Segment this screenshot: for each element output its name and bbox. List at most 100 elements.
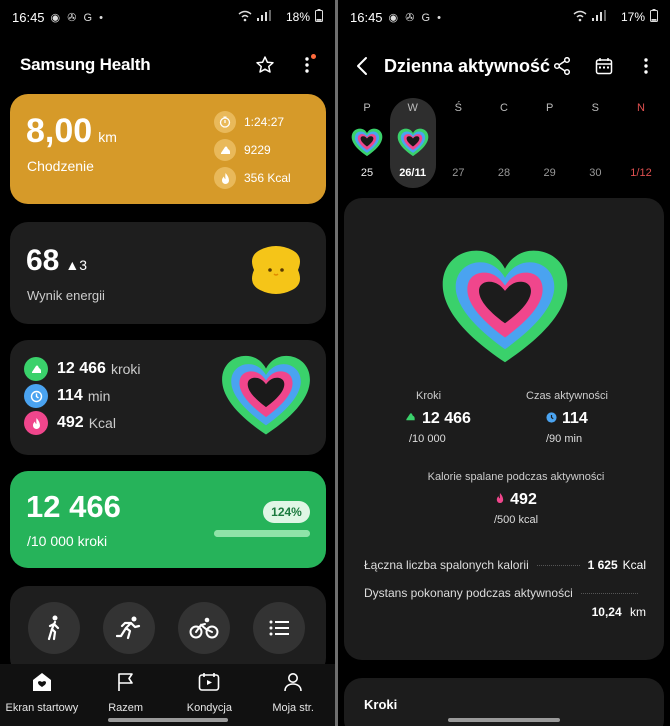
active-time-value: 114 (562, 410, 588, 427)
activity-minutes-value: 114 (57, 387, 83, 404)
fitness-icon (198, 672, 220, 697)
day-2[interactable]: Ś 27 (435, 98, 481, 188)
steps-metric-value: 12 466 (422, 410, 471, 427)
empty-day (435, 128, 481, 162)
active-calories-value: 492 (510, 491, 537, 508)
walking-calories-row: 356 Kcal (214, 164, 291, 192)
flame-icon (214, 167, 236, 189)
clock-icon (546, 410, 557, 428)
gesture-handle (108, 718, 228, 722)
steps-card[interactable]: 12 466 /10 000 kroki 124% (10, 471, 326, 568)
steps-percent-badge: 124% (263, 501, 310, 523)
activity-heart-icon (344, 128, 390, 162)
back-icon[interactable] (354, 54, 370, 78)
activity-heart-icon (220, 354, 312, 445)
nav-profile[interactable]: Moja str. (251, 664, 335, 726)
flag-icon (116, 672, 136, 697)
daily-activity-card[interactable]: 12 466 kroki 114 min 492 Kcal (10, 340, 326, 455)
app-bar: Samsung Health (20, 50, 319, 80)
empty-day (527, 128, 573, 162)
day-date: 28 (497, 167, 511, 179)
bike-icon[interactable] (178, 602, 230, 654)
day-date: 30 (589, 167, 602, 179)
nav-together[interactable]: Razem (84, 664, 168, 726)
flame-icon (24, 411, 48, 435)
steps-progress-bar (214, 530, 310, 537)
activity-steps-row: 12 466 kroki (24, 357, 141, 381)
day-name: W (407, 102, 418, 114)
share-icon[interactable] (550, 54, 574, 78)
dotted-leader (580, 592, 638, 594)
battery-icon (650, 9, 658, 25)
activity-steps-unit: kroki (110, 361, 141, 377)
nav-home[interactable]: Ekran startowy (0, 664, 84, 726)
active-time-goal: /90 min (546, 433, 583, 445)
distance-label: Dystans pokonany podczas aktywności (364, 586, 573, 600)
walking-card[interactable]: 8,00 km Chodzenie 1:24:27 9229 356 Kcal (10, 94, 326, 204)
app-bar: Dzienna aktywność (354, 50, 658, 82)
shoe-icon (214, 139, 236, 161)
day-6[interactable]: N 1/12 (618, 98, 664, 188)
total-calories-label: Łączna liczba spalonych kalorii (364, 558, 529, 572)
day-5[interactable]: S 30 (572, 98, 618, 188)
flame-icon (495, 491, 505, 509)
walking-duration: 1:24:27 (244, 115, 285, 129)
battery-level: 17% (620, 10, 645, 24)
activity-kcal-unit: Kcal (88, 415, 116, 431)
more-options-icon[interactable] (634, 54, 658, 78)
bottom-navigation: Ekran startowy Razem Kondycja Moja str. (0, 664, 335, 726)
daily-activity-screen: 16:45 ◉ ✇ G • 17% Dzienna aktywność P 25… (338, 0, 670, 726)
empty-day (572, 128, 618, 162)
steps-metric: Kroki 12 466 /10 000 (404, 390, 471, 445)
nav-fitness-label: Kondycja (186, 702, 232, 714)
day-3[interactable]: C 28 (481, 98, 527, 188)
day-date: 26/11 (399, 167, 427, 179)
walking-distance-unit: km (98, 129, 117, 145)
total-calories-value: 1 625 (587, 558, 618, 572)
total-calories-row: Łączna liczba spalonych kalorii 1 625 Kc… (364, 558, 646, 572)
activity-heart-icon (390, 128, 436, 162)
walking-distance-value: 8,00 (26, 112, 93, 150)
status-time: 16:45 (12, 9, 45, 25)
day-4[interactable]: P 29 (527, 98, 573, 188)
list-icon[interactable] (253, 602, 305, 654)
day-name: P (363, 102, 371, 114)
walk-icon[interactable] (28, 602, 80, 654)
active-time-label: Czas aktywności (526, 390, 608, 402)
home-screen: 16:45 ◉ ✇ G • 18% Samsung Health 8,00 km… (0, 0, 335, 726)
notification-dot (311, 54, 316, 59)
activity-minutes-row: 114 min (24, 384, 110, 408)
day-date: 1/12 (630, 167, 652, 179)
battery-icon (315, 9, 323, 25)
energy-label: Wynik energii (27, 288, 105, 303)
status-bar: 16:45 ◉ ✇ G • 17% (338, 0, 670, 34)
app-title: Samsung Health (20, 55, 151, 74)
day-0[interactable]: P 25 (344, 98, 390, 188)
activity-steps-value: 12 466 (57, 360, 106, 377)
day-1[interactable]: W 26/11 (389, 98, 436, 188)
status-bar: 16:45 ◉ ✇ G • 18% (0, 0, 335, 34)
shoe-icon (404, 410, 417, 428)
nav-fitness[interactable]: Kondycja (168, 664, 252, 726)
notification-icons: ◉ ✇ G • (388, 11, 443, 24)
calendar-icon[interactable] (592, 54, 616, 78)
day-date: 27 (452, 167, 465, 179)
day-name: N (637, 102, 645, 114)
clock-icon (24, 384, 48, 408)
shoe-icon (24, 357, 48, 381)
steps-metric-label: Kroki (416, 390, 442, 402)
activity-minutes-unit: min (87, 388, 111, 404)
more-options-icon[interactable] (295, 53, 319, 77)
signal-icons (572, 9, 616, 25)
day-name: S (591, 102, 599, 114)
home-icon (31, 672, 53, 697)
signal-icons (237, 9, 281, 25)
timer-icon (214, 111, 236, 133)
energy-score-value: 68 (26, 244, 60, 277)
energy-score-card[interactable]: 68 ▲3 Wynik energii (10, 222, 326, 324)
star-icon[interactable] (253, 53, 277, 77)
steps-metric-goal: /10 000 (409, 433, 446, 445)
run-icon[interactable] (103, 602, 155, 654)
steps-section-title: Kroki (364, 697, 398, 712)
nav-home-label: Ekran startowy (5, 702, 79, 714)
